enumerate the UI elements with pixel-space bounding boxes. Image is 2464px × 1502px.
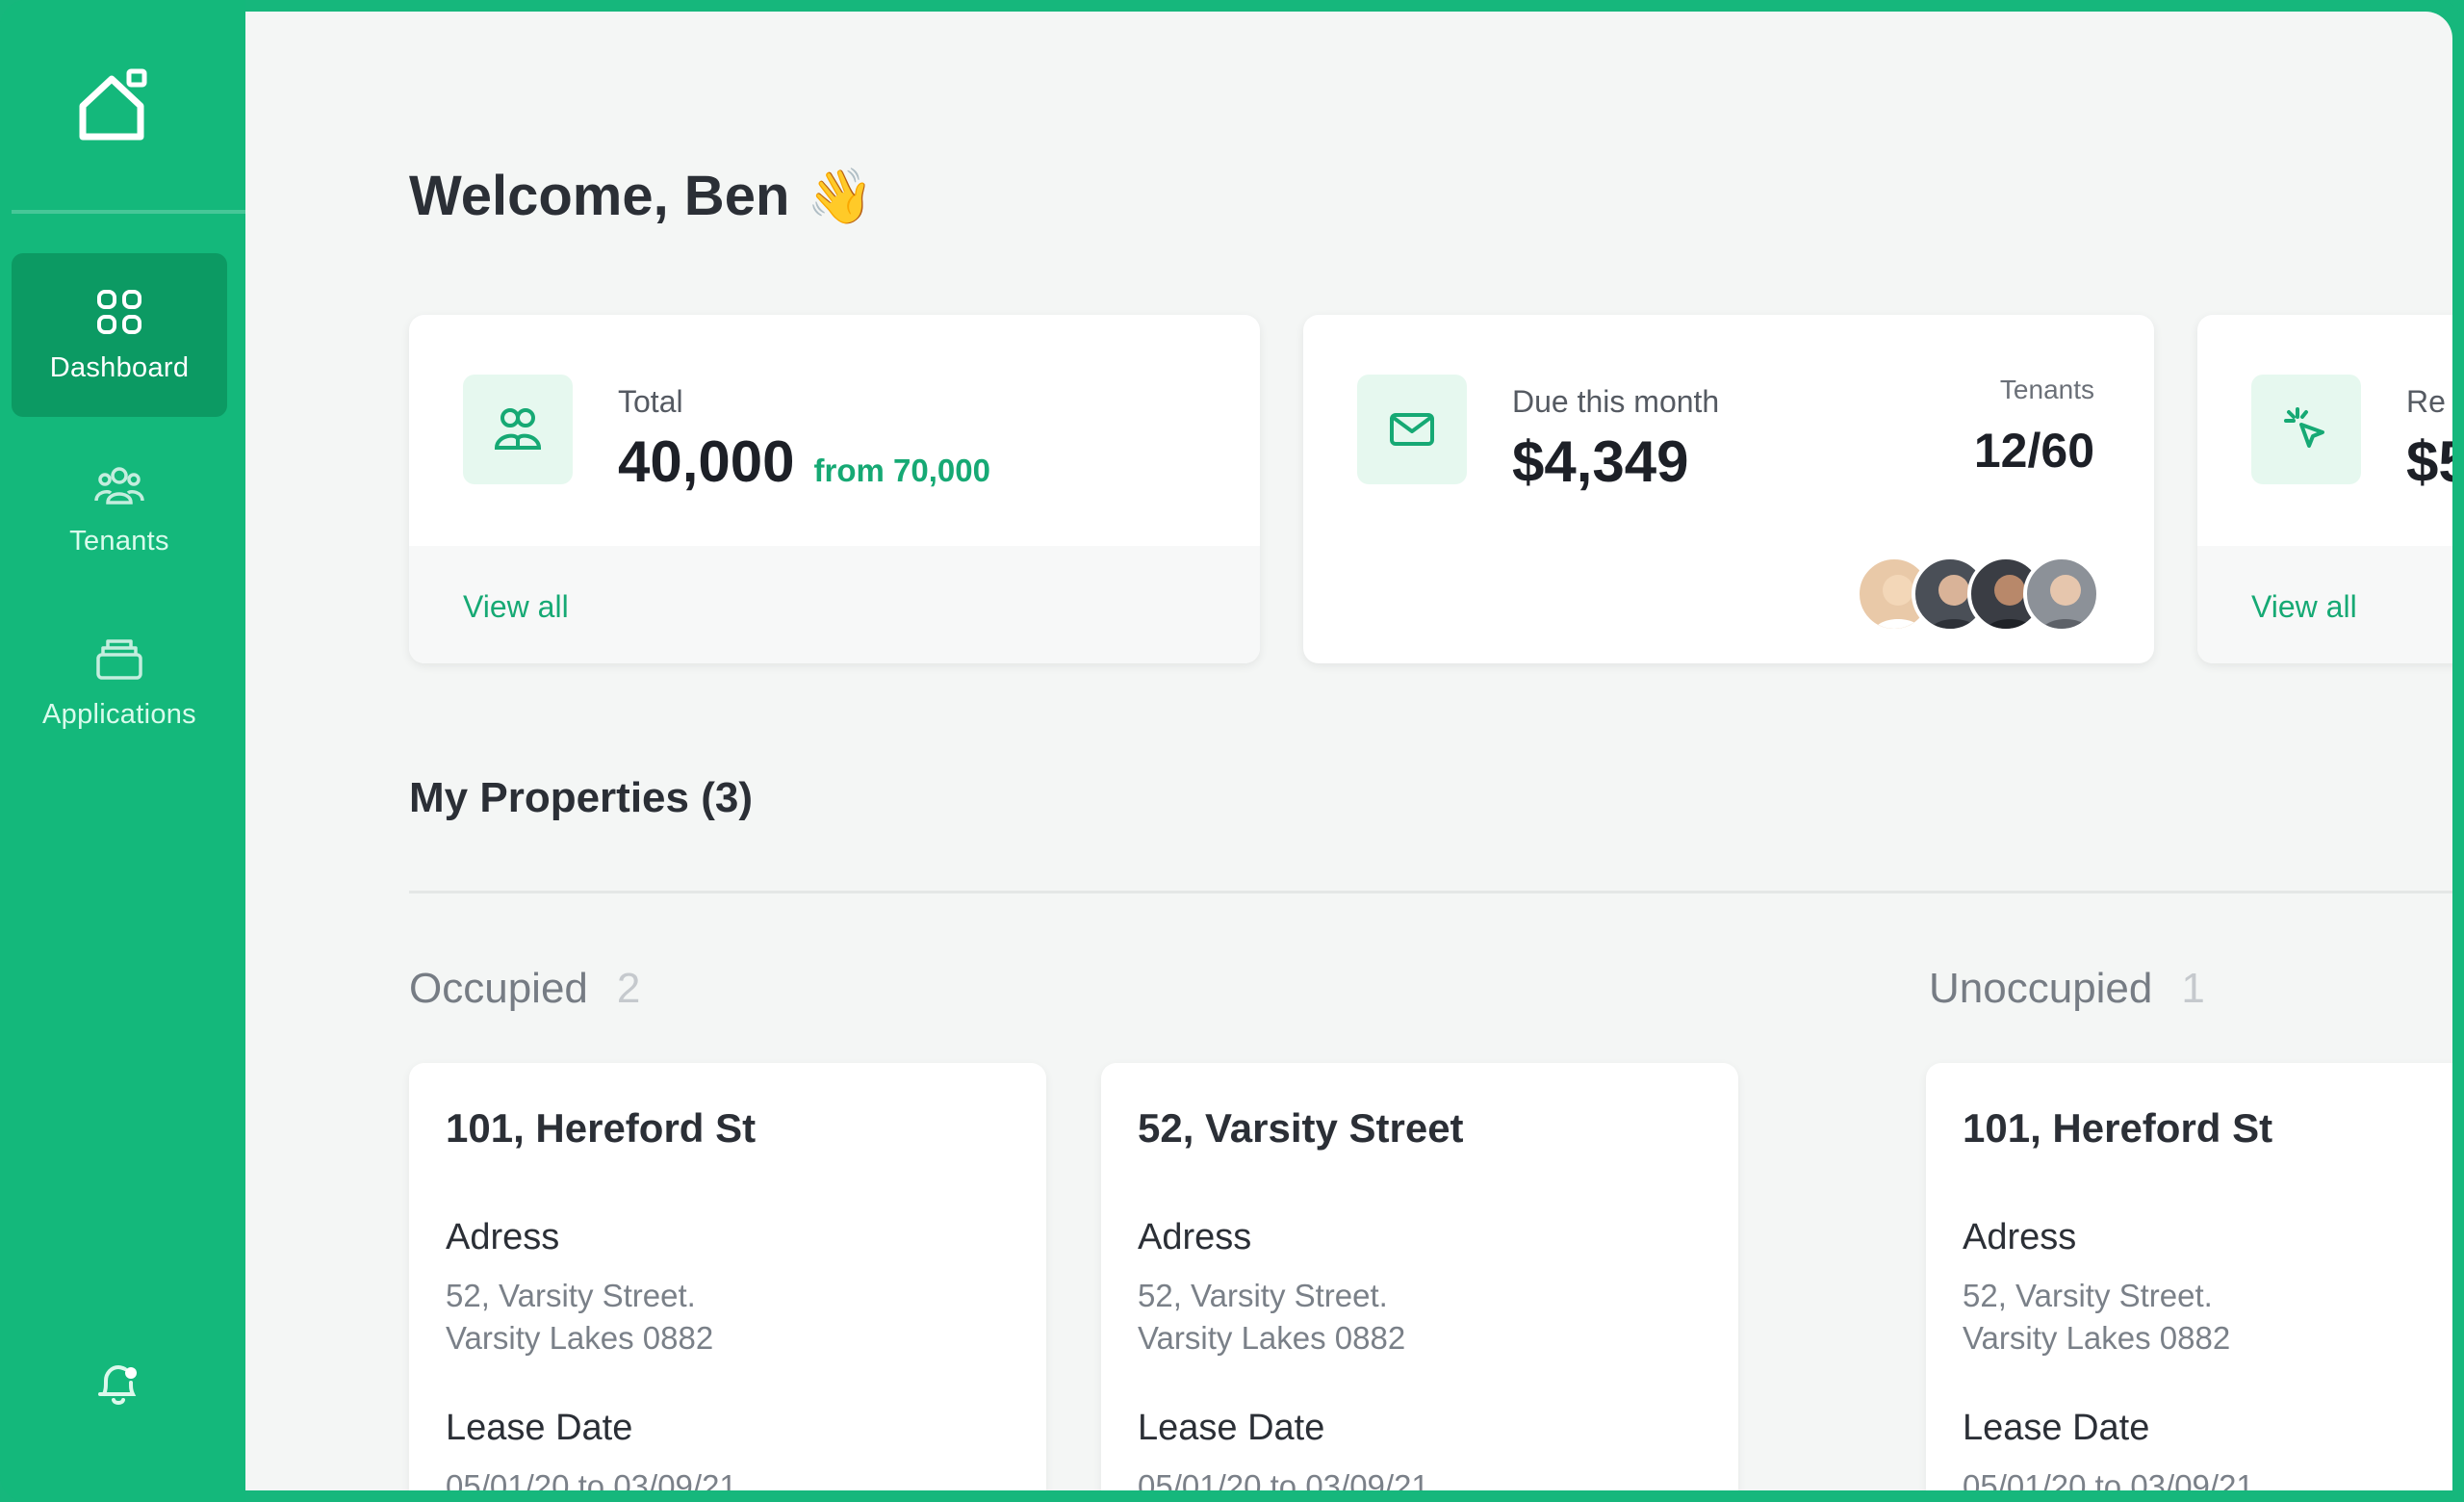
address-label: Adress	[1963, 1217, 2077, 1257]
grid-icon	[97, 289, 141, 334]
lease-date: 05/01/20 to 03/09/21	[1963, 1468, 2254, 1490]
address-label: Adress	[1138, 1217, 1252, 1257]
total-label: Total	[618, 384, 683, 419]
property-name: 101, Hereford St	[446, 1105, 757, 1151]
users-icon	[494, 408, 542, 450]
stack-icon	[96, 638, 142, 680]
view-all-link[interactable]: View all	[2251, 589, 2357, 625]
main-content: Welcome, Ben 👋 Total 40,000 from 70,000 V…	[245, 12, 2452, 1490]
people-icon	[94, 466, 144, 505]
sidebar-item-label: Tenants	[69, 525, 169, 557]
sidebar-item-label: Applications	[42, 698, 196, 730]
property-card[interactable]: 101, Hereford St Adress 52, Varsity Stre…	[1926, 1063, 2452, 1490]
sidebar-item-dashboard[interactable]: Dashboard	[12, 253, 227, 417]
lease-label: Lease Date	[1138, 1408, 1325, 1448]
home-logo-icon[interactable]	[75, 64, 158, 146]
third-card: Re $5 View all	[2197, 315, 2452, 663]
divider	[409, 891, 2452, 893]
due-card: Due this month $4,349 Tenants 12/60	[1303, 315, 2154, 663]
total-number: 40,000	[618, 429, 795, 494]
property-card[interactable]: 101, Hereford St Adress 52, Varsity Stre…	[409, 1063, 1046, 1490]
total-card: Total 40,000 from 70,000 View all	[409, 315, 1260, 663]
due-value: $4,349	[1512, 429, 1689, 494]
group-label: Occupied	[409, 965, 588, 1012]
address-line: 52, Varsity Street.	[1138, 1278, 1388, 1313]
property-name: 52, Varsity Street	[1138, 1105, 1464, 1151]
third-value: $5	[2406, 429, 2452, 494]
group-count: 2	[616, 965, 641, 1012]
address-label: Adress	[446, 1217, 560, 1257]
third-label: Re	[2406, 384, 2446, 419]
sidebar-item-tenants[interactable]: Tenants	[12, 427, 227, 590]
notification-bell-icon[interactable]	[94, 1358, 142, 1410]
mail-icon	[1390, 413, 1434, 446]
due-label: Due this month	[1512, 384, 1720, 419]
occupied-group-title: Occupied 2	[409, 965, 640, 1013]
avatar[interactable]	[2023, 556, 2100, 633]
section-title: My Properties (3)	[409, 774, 753, 821]
lease-label: Lease Date	[1963, 1408, 2150, 1448]
group-count: 1	[2181, 965, 2205, 1012]
lease-date: 05/01/20 to 03/09/21	[446, 1468, 737, 1490]
page-title: Welcome, Ben 👋	[409, 164, 874, 228]
tenants-label: Tenants	[1999, 375, 2094, 404]
total-value: 40,000 from 70,000	[618, 428, 990, 495]
address-line: Varsity Lakes 0882	[1138, 1320, 1406, 1356]
lease-label: Lease Date	[446, 1408, 633, 1448]
address-line: 52, Varsity Street.	[1963, 1278, 2213, 1313]
tenants-value: 12/60	[1973, 424, 2094, 478]
sidebar-divider	[12, 210, 245, 214]
sidebar-item-label: Dashboard	[49, 351, 190, 383]
total-from: from 70,000	[813, 453, 990, 488]
property-card[interactable]: 52, Varsity Street Adress 52, Varsity St…	[1101, 1063, 1738, 1490]
address-line: Varsity Lakes 0882	[1963, 1320, 2231, 1356]
wave-emoji: 👋	[807, 165, 875, 226]
app-frame: Dashboard Tenants Applications Welcome, …	[0, 0, 2464, 1502]
cursor-click-icon	[2284, 407, 2324, 448]
card-icon-box	[1357, 375, 1467, 484]
view-all-link[interactable]: View all	[463, 589, 569, 625]
address-line: 52, Varsity Street.	[446, 1278, 696, 1313]
tenant-avatars	[1856, 556, 2100, 633]
lease-date: 05/01/20 to 03/09/21	[1138, 1468, 1429, 1490]
card-icon-box	[463, 375, 573, 484]
group-label: Unoccupied	[1929, 965, 2153, 1012]
unoccupied-group-title: Unoccupied 1	[1929, 965, 2205, 1013]
sidebar: Dashboard Tenants Applications	[0, 0, 245, 1502]
sidebar-item-applications[interactable]: Applications	[12, 600, 227, 764]
welcome-text: Welcome, Ben	[409, 165, 790, 227]
card-icon-box	[2251, 375, 2361, 484]
address-line: Varsity Lakes 0882	[446, 1320, 714, 1356]
property-name: 101, Hereford St	[1963, 1105, 2273, 1151]
